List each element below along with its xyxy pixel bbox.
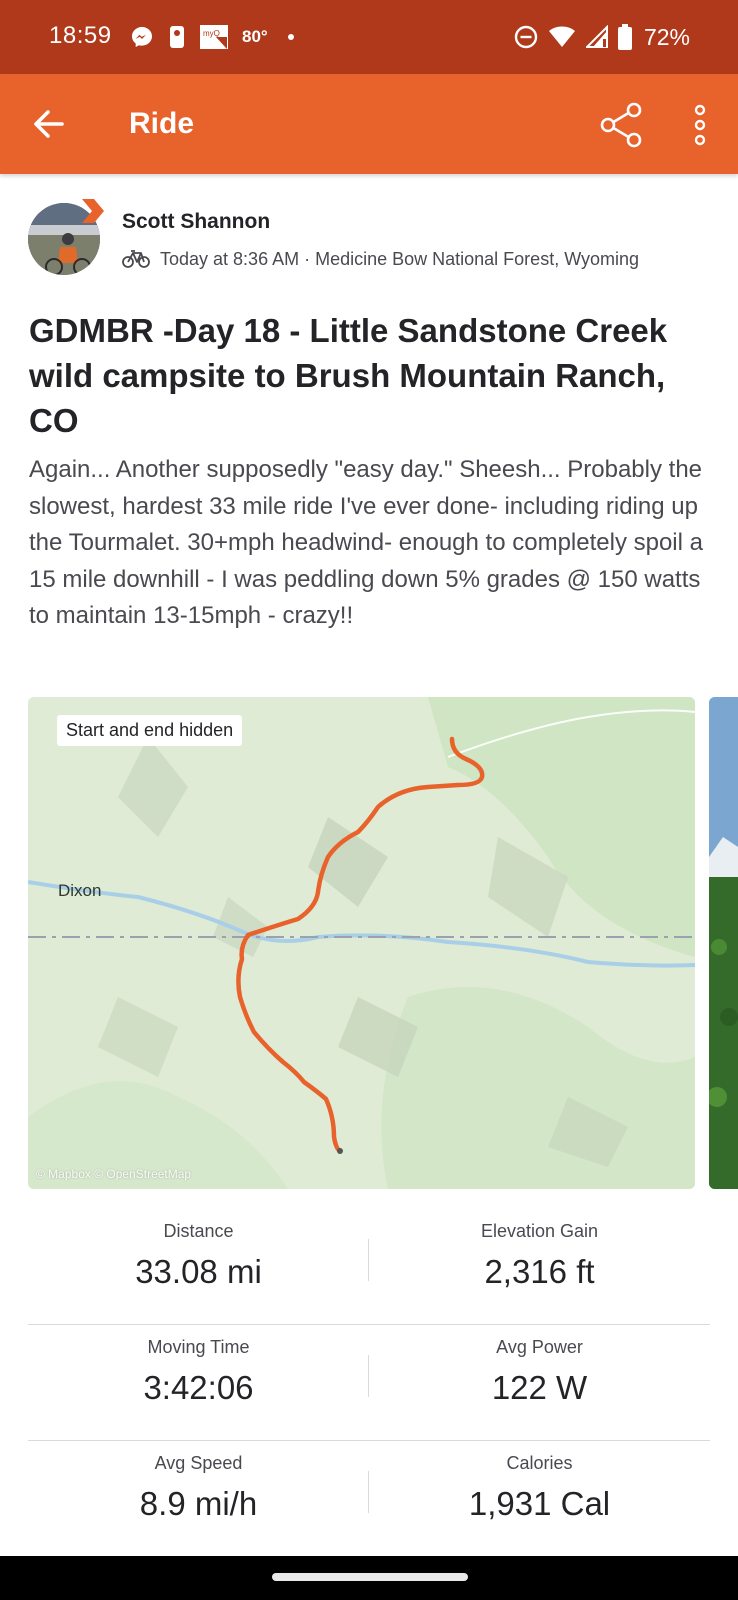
start-end-hidden-badge: Start and end hidden (57, 715, 243, 746)
activity-meta: Today at 8:36 AM · Medicine Bow National… (122, 246, 639, 272)
status-time: 18:59 (49, 22, 112, 49)
battery-percent: 72% (643, 23, 690, 50)
activity-title: GDMBR -Day 18 - Little Sandstone Creek w… (29, 312, 668, 439)
stat-value: 8.9 mi/h (139, 1485, 258, 1522)
stat-value: 2,316 ft (484, 1253, 595, 1290)
stats-row: Moving Time 3:42:06 Avg Power 122 W (28, 1325, 710, 1441)
stat-label: Elevation Gain (480, 1221, 599, 1241)
stats-row: Distance 33.08 mi Elevation Gain 2,316 f… (28, 1209, 710, 1325)
battery-icon (617, 24, 632, 50)
activity-description: Again... Another supposedly "easy day." … (29, 456, 703, 629)
myq-label: myQ (203, 29, 220, 38)
share-icon[interactable] (600, 102, 646, 148)
route-map[interactable]: Start and end hidden Dixon © Mapbox © Op… (28, 697, 695, 1189)
stat-value: 33.08 mi (135, 1253, 262, 1290)
back-arrow-icon[interactable] (30, 106, 70, 142)
bicycle-icon (122, 250, 150, 268)
athlete-name[interactable]: Scott Shannon (122, 210, 270, 234)
stat-label: Avg Speed (154, 1453, 243, 1473)
stat-elevation-gain: Elevation Gain 2,316 ft (369, 1221, 710, 1291)
system-icons: 72% (514, 22, 690, 52)
more-options-icon[interactable] (688, 102, 712, 148)
wifi-icon (548, 26, 575, 47)
stat-value: 122 W (491, 1369, 588, 1406)
photo-preview (709, 697, 738, 1189)
stat-label: Calories (506, 1453, 573, 1473)
stat-distance: Distance 33.08 mi (28, 1221, 369, 1291)
myq-icon: myQ (200, 25, 228, 49)
system-navigation-bar (0, 1556, 738, 1600)
activity-meta-text: Today at 8:36 AM · Medicine Bow National… (160, 248, 640, 269)
stat-value: 3:42:06 (143, 1369, 254, 1406)
stat-avg-speed: Avg Speed 8.9 mi/h (28, 1453, 369, 1523)
do-not-disturb-icon (514, 25, 538, 49)
messenger-icon (132, 27, 152, 47)
notification-icons: myQ 80° (130, 23, 294, 51)
stats-row: Avg Speed 8.9 mi/h Calories 1,931 Cal (28, 1441, 710, 1557)
stat-label: Distance (163, 1221, 234, 1241)
photo-carousel-peek[interactable] (709, 697, 738, 1189)
map-town-label: Dixon (58, 881, 102, 900)
key-icon (170, 26, 184, 48)
stat-calories: Calories 1,931 Cal (369, 1453, 710, 1523)
map-canvas (28, 697, 695, 1189)
stats-grid: Distance 33.08 mi Elevation Gain 2,316 f… (28, 1209, 710, 1557)
stat-moving-time: Moving Time 3:42:06 (28, 1337, 369, 1407)
stat-avg-power: Avg Power 122 W (369, 1337, 710, 1407)
stat-label: Avg Power (496, 1337, 583, 1357)
more-notifications-dot (287, 34, 294, 40)
stat-value: 1,931 Cal (468, 1485, 611, 1522)
stat-label: Moving Time (147, 1337, 250, 1357)
app-bar: Ride (0, 74, 738, 174)
subscriber-chevron-icon (82, 199, 104, 223)
page-title: Ride (129, 107, 195, 140)
status-bar: 18:59 myQ 80° 72% (0, 0, 738, 74)
cell-signal-icon (585, 25, 608, 48)
home-gesture-handle[interactable] (272, 1573, 468, 1581)
status-temperature: 80° (242, 27, 268, 46)
map-attribution: © Mapbox © OpenStreetMap (36, 1167, 192, 1181)
